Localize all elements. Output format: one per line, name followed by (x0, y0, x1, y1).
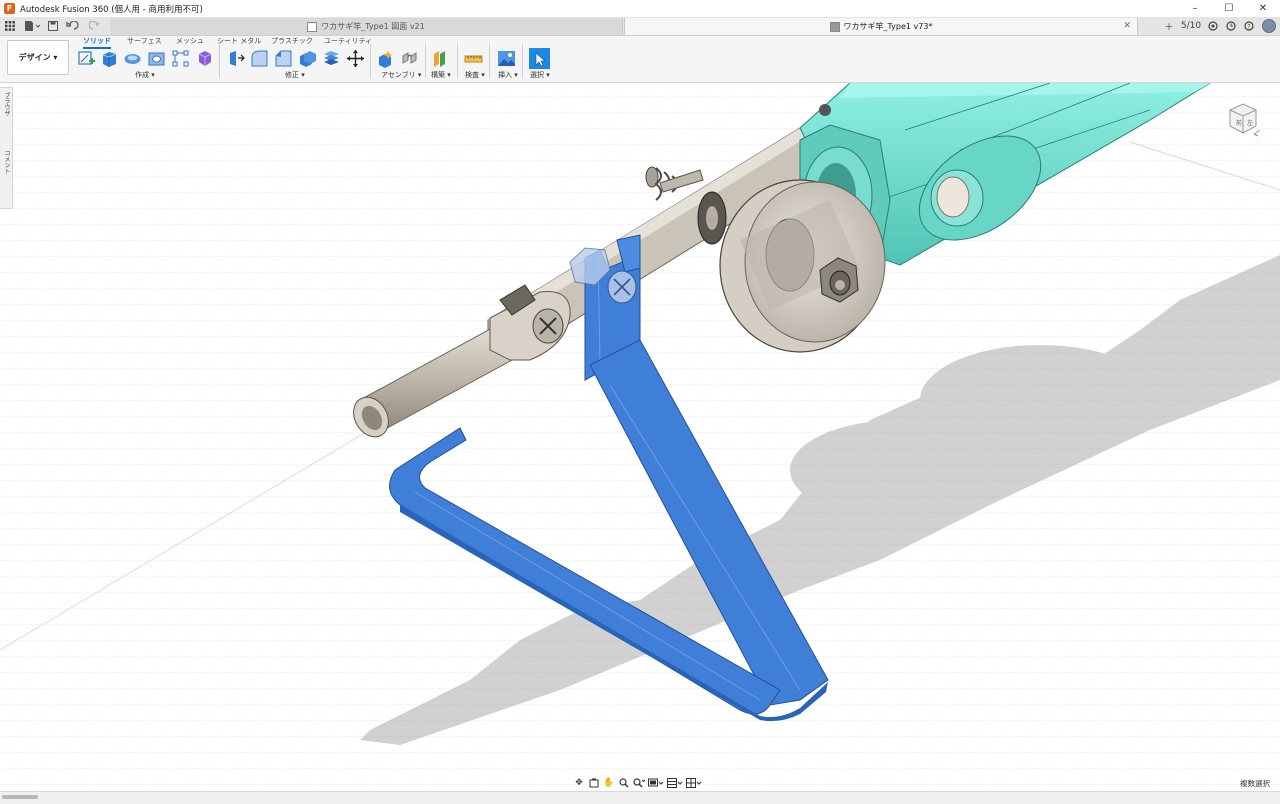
bottom-timeline-strip (0, 791, 1280, 804)
tab-utility[interactable]: ユーティリティ (324, 36, 372, 46)
orbit-icon[interactable]: ✥ (573, 777, 585, 789)
pan-hand-icon[interactable]: ✋ (603, 777, 615, 789)
maximize-button[interactable]: ☐ (1212, 0, 1246, 17)
ribbon-separator (457, 44, 458, 78)
select-icon[interactable] (529, 48, 550, 69)
group-select-label[interactable]: 選択 ▾ (530, 70, 550, 80)
viewcube-left-face[interactable]: 左 (1247, 119, 1253, 127)
job-status[interactable]: 5/10 (1178, 17, 1204, 35)
tab-solid[interactable]: ソリッド (83, 36, 111, 49)
grid-snaps-icon[interactable] (667, 777, 683, 789)
group-assemble-label[interactable]: アセンブリ ▾ (381, 70, 421, 80)
ribbon-separator (425, 44, 426, 78)
hole-icon[interactable] (147, 49, 166, 68)
tabbar-right-tools: ＋ 5/10 ? (1160, 17, 1280, 35)
zoom-icon[interactable] (618, 777, 630, 789)
ribbon-separator (522, 44, 523, 78)
save-icon[interactable] (46, 18, 60, 34)
pattern-icon[interactable] (171, 49, 190, 68)
press-pull-icon[interactable] (226, 49, 245, 68)
minimize-button[interactable]: – (1178, 0, 1212, 17)
group-construct-label[interactable]: 構築 ▾ (431, 70, 451, 80)
window-title: Autodesk Fusion 360 (個人用 - 商用利用不可) (20, 4, 203, 15)
combine-icon[interactable] (322, 49, 341, 68)
fusion-logo-icon: F (4, 3, 15, 14)
3d-viewport[interactable] (0, 83, 1280, 791)
form-icon[interactable] (195, 49, 214, 68)
undo-icon[interactable] (64, 18, 84, 34)
display-settings-icon[interactable] (648, 777, 664, 789)
tab-label: ワカサギ竿_Type1 図面 v21 (321, 22, 425, 31)
tab-sheet-metal[interactable]: シート メタル (217, 36, 261, 46)
svg-text:?: ? (1247, 23, 1250, 30)
model-canvas[interactable] (0, 83, 1280, 791)
group-inspect-label[interactable]: 検査 ▾ (465, 70, 485, 80)
window-controls: – ☐ ✕ (1178, 0, 1280, 17)
create-sketch-icon[interactable] (77, 49, 96, 68)
insert-image-icon[interactable] (497, 49, 516, 68)
user-avatar[interactable] (1258, 17, 1280, 35)
new-component-icon[interactable] (377, 49, 396, 68)
navigation-toolbar: ✥ ✋ (573, 776, 702, 790)
ribbon-separator (219, 44, 220, 78)
comments-label[interactable]: コメント (1, 150, 11, 174)
tab-design[interactable]: ワカサギ竿_Type1 v73* ✕ (624, 18, 1138, 35)
workspace-switcher-button[interactable]: デザイン ▾ (7, 40, 69, 75)
viewcube-icon[interactable]: 前 左 (1224, 100, 1262, 138)
avatar-icon (1262, 19, 1276, 33)
drawing-doc-icon (307, 21, 318, 32)
timeline-scrollbar[interactable] (2, 795, 38, 799)
tab-mesh[interactable]: メッシュ (176, 36, 204, 46)
chamfer-icon[interactable] (274, 49, 293, 68)
close-button[interactable]: ✕ (1246, 0, 1280, 17)
tab-label: ワカサギ竿_Type1 v73* (843, 22, 933, 31)
group-create-label[interactable]: 作成 ▾ (135, 70, 155, 80)
measure-icon[interactable] (464, 49, 483, 68)
document-tab-bar: ワカサギ竿_Type1 図面 v21 ワカサギ竿_Type1 v73* ✕ (0, 17, 1280, 36)
help-icon[interactable]: ? (1240, 17, 1258, 35)
group-modify-label[interactable]: 修正 ▾ (285, 70, 305, 80)
revolve-icon[interactable] (123, 49, 142, 68)
browser-label[interactable]: ブラウザ (1, 92, 11, 116)
viewcube-front-face[interactable]: 前 (1236, 119, 1242, 127)
fillet-icon[interactable] (250, 49, 269, 68)
bearing[interactable] (697, 191, 727, 245)
close-tab-icon[interactable]: ✕ (1123, 21, 1131, 31)
ribbon-separator (370, 44, 371, 78)
look-at-icon[interactable] (588, 777, 600, 789)
design-doc-icon (829, 21, 840, 32)
browser-side-panel[interactable]: ブラウザ コメント (0, 87, 13, 209)
fit-zoom-icon[interactable] (633, 777, 645, 789)
tab-drawing[interactable]: ワカサギ竿_Type1 図面 v21 (110, 18, 623, 35)
data-panel-grid-icon[interactable] (3, 18, 17, 34)
title-bar: F Autodesk Fusion 360 (個人用 - 商用利用不可) – ☐… (0, 0, 1280, 18)
multi-select-status[interactable]: 複数選択 (1240, 778, 1270, 789)
group-insert-label[interactable]: 挿入 ▾ (498, 70, 518, 80)
shell-icon[interactable] (298, 49, 317, 68)
offset-plane-icon[interactable] (432, 49, 451, 68)
notifications-clock-icon[interactable] (1222, 17, 1240, 35)
new-tab-icon[interactable]: ＋ (1160, 17, 1178, 35)
extensions-icon[interactable] (1204, 17, 1222, 35)
move-copy-icon[interactable] (346, 49, 365, 68)
joint-icon[interactable] (400, 49, 419, 68)
file-menu-icon[interactable] (22, 18, 42, 34)
extrude-icon[interactable] (100, 49, 119, 68)
tab-surface[interactable]: サーフェス (127, 36, 162, 46)
ribbon-separator (489, 44, 490, 78)
tab-plastic[interactable]: プラスチック (271, 36, 313, 46)
redo-icon[interactable] (87, 18, 107, 34)
toolbar-ribbon: デザイン ▾ ソリッド サーフェス メッシュ シート メタル プラスチック ユー… (0, 36, 1280, 83)
viewports-icon[interactable] (686, 777, 702, 789)
